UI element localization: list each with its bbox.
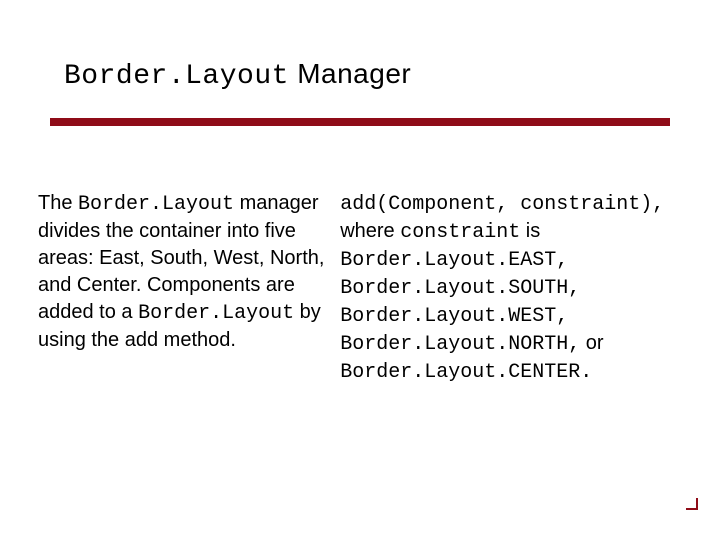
slide-title: Border.Layout Manager bbox=[64, 58, 411, 92]
code-text: Border.Layout.WEST, bbox=[340, 305, 568, 328]
right-column: add(Component, constraint),where constra… bbox=[340, 190, 698, 386]
code-text: Border.Layout bbox=[78, 193, 234, 216]
body-text: where bbox=[340, 220, 400, 242]
code-text: add(Component, constraint), bbox=[340, 193, 664, 216]
code-text: Border.Layout.SOUTH, bbox=[340, 277, 580, 300]
body-text: or bbox=[580, 332, 603, 354]
right-line: Border.Layout.SOUTH, bbox=[340, 274, 698, 302]
title-underline bbox=[50, 118, 670, 126]
body-text: is bbox=[520, 220, 540, 242]
code-text: Border.Layout bbox=[138, 302, 294, 325]
right-line: where constraint is bbox=[340, 218, 698, 246]
corner-decoration-icon bbox=[686, 498, 698, 510]
right-line: Border.Layout.CENTER. bbox=[340, 358, 698, 386]
left-column: The Border.Layout manager divides the co… bbox=[38, 190, 340, 386]
code-text: Border.Layout.NORTH, bbox=[340, 333, 580, 356]
code-text: Border.Layout.EAST, bbox=[340, 249, 568, 272]
body-columns: The Border.Layout manager divides the co… bbox=[38, 190, 698, 386]
title-mono-part: Border.Layout bbox=[64, 61, 289, 92]
right-line: Border.Layout.NORTH, or bbox=[340, 330, 698, 358]
body-text: The bbox=[38, 192, 78, 214]
code-text: constraint bbox=[400, 221, 520, 244]
slide: Border.Layout Manager The Border.Layout … bbox=[0, 0, 720, 540]
right-line: Border.Layout.WEST, bbox=[340, 302, 698, 330]
title-rest: Manager bbox=[289, 58, 411, 89]
right-line: Border.Layout.EAST, bbox=[340, 246, 698, 274]
right-line: add(Component, constraint), bbox=[340, 190, 698, 218]
code-text: Border.Layout.CENTER. bbox=[340, 361, 592, 384]
